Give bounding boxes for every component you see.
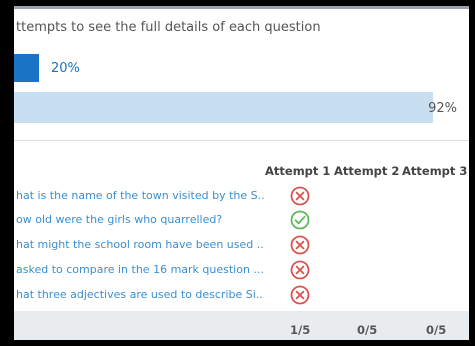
question-row: hat might the school room have been used… bbox=[14, 234, 469, 258]
question-link[interactable]: ow old were the girls who quarrelled? bbox=[16, 213, 264, 226]
x-circle-icon bbox=[290, 186, 310, 206]
question-link[interactable]: hat three adjectives are used to describ… bbox=[16, 288, 264, 301]
question-row: hat is the name of the town visited by t… bbox=[14, 185, 469, 209]
x-circle-icon bbox=[290, 260, 310, 280]
question-link[interactable]: hat might the school room have been used… bbox=[16, 238, 264, 251]
question-link[interactable]: asked to compare in the 16 mark question… bbox=[16, 263, 264, 276]
total-attempt-1: 1/5 bbox=[290, 323, 311, 337]
question-link[interactable]: hat is the name of the town visited by t… bbox=[16, 189, 264, 202]
header-attempt-2: Attempt 2 bbox=[334, 164, 400, 178]
progress-bar-2 bbox=[14, 92, 433, 123]
totals-footer: 1/5 0/5 0/5 bbox=[14, 311, 469, 340]
total-attempt-2: 0/5 bbox=[357, 323, 378, 337]
question-row: asked to compare in the 16 mark question… bbox=[14, 259, 469, 283]
progress-bar-2-label: 92% bbox=[428, 101, 457, 116]
header-attempt-3: Attempt 3 bbox=[402, 164, 468, 178]
question-row: hat three adjectives are used to describ… bbox=[14, 284, 469, 308]
quiz-results-panel: ttempts to see the full details of each … bbox=[14, 6, 469, 340]
x-circle-icon bbox=[290, 235, 310, 255]
check-circle-icon bbox=[290, 210, 310, 230]
progress-bar-1-label: 20% bbox=[51, 61, 80, 76]
total-attempt-3: 0/5 bbox=[426, 323, 447, 337]
top-strip bbox=[14, 6, 469, 9]
divider bbox=[14, 140, 469, 141]
progress-bar-1 bbox=[14, 54, 39, 82]
question-row: ow old were the girls who quarrelled? bbox=[14, 209, 469, 233]
instructions-text: ttempts to see the full details of each … bbox=[16, 20, 321, 35]
x-circle-icon bbox=[290, 285, 310, 305]
header-attempt-1: Attempt 1 bbox=[265, 164, 331, 178]
